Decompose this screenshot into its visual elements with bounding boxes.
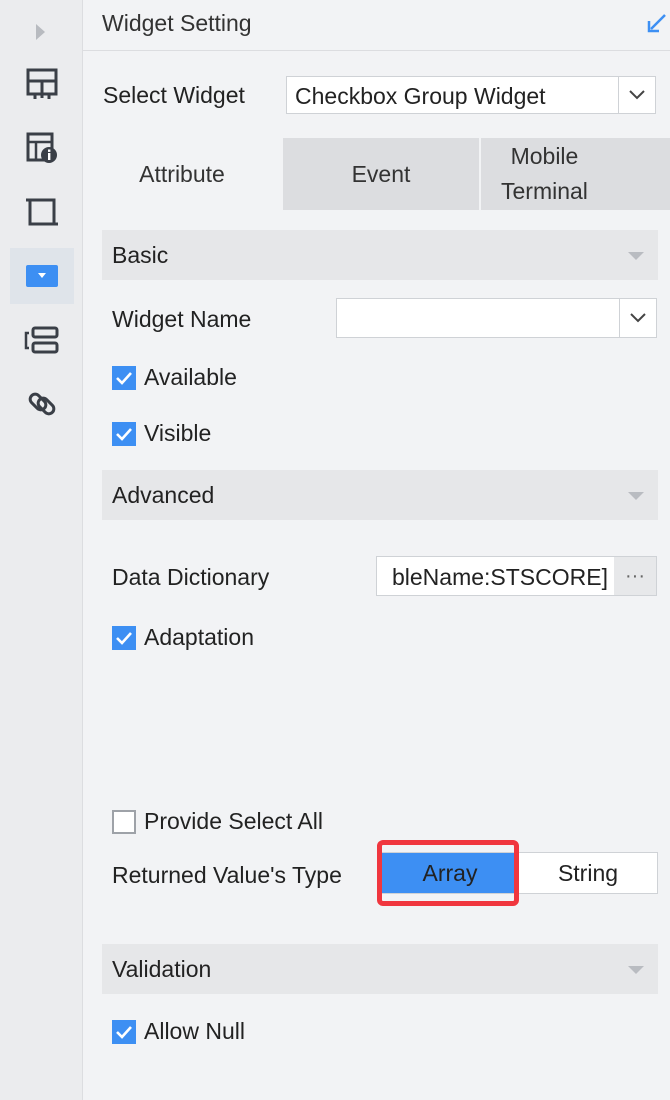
checkbox-checked-icon: [112, 421, 136, 446]
checkbox-unchecked-icon: [112, 809, 136, 834]
provide-select-all-label: Provide Select All: [144, 808, 323, 834]
provide-select-all-checkbox[interactable]: Provide Select All: [112, 808, 323, 835]
section-validation[interactable]: Validation: [102, 944, 658, 994]
pin-arrow-icon[interactable]: [646, 12, 668, 39]
allow-null-label: Allow Null: [144, 1018, 245, 1044]
collapse-caret-icon: [628, 492, 644, 500]
left-icon-rail: [0, 0, 83, 1100]
section-advanced-title: Advanced: [112, 482, 215, 508]
data-dictionary-label: Data Dictionary: [112, 564, 270, 590]
data-dictionary-input[interactable]: bleName:STSCORE] ···: [376, 556, 657, 596]
select-widget-dropdown[interactable]: Checkbox Group Widget: [286, 76, 656, 114]
returned-type-label: Returned Value's Type: [112, 862, 342, 888]
adaptation-label: Adaptation: [144, 624, 254, 650]
returned-type-string[interactable]: String: [519, 853, 657, 893]
link-icon[interactable]: [10, 376, 74, 432]
tab-attribute[interactable]: Attribute: [83, 138, 281, 210]
section-basic[interactable]: Basic: [102, 230, 658, 280]
widget-name-label: Widget Name: [112, 306, 252, 332]
layout-grid-icon[interactable]: [10, 56, 74, 112]
collapse-caret-icon: [628, 252, 644, 260]
checkbox-checked-icon: [112, 625, 136, 650]
widget-setting-panel: Widget Setting Select Widget Checkbox Gr…: [83, 0, 670, 1100]
section-advanced[interactable]: Advanced: [102, 470, 658, 520]
form-layout-icon[interactable]: [10, 312, 74, 368]
widget-name-input[interactable]: [336, 298, 657, 338]
select-widget-label: Select Widget: [103, 82, 245, 108]
visible-checkbox[interactable]: Visible: [112, 420, 211, 447]
tab-mobile-terminal-label: Mobile Terminal: [501, 139, 588, 209]
frame-icon[interactable]: [10, 184, 74, 240]
tab-event-label: Event: [351, 160, 411, 187]
checkbox-checked-icon: [112, 1019, 136, 1044]
panel-title: Widget Setting: [102, 10, 252, 36]
data-dictionary-value: bleName:STSCORE]: [391, 564, 608, 590]
available-checkbox[interactable]: Available: [112, 364, 237, 391]
tab-attribute-label: Attribute: [139, 160, 225, 187]
visible-label: Visible: [144, 420, 212, 446]
panel-header: Widget Setting: [83, 0, 670, 51]
table-info-icon[interactable]: [10, 120, 74, 176]
returned-type-array[interactable]: Array: [381, 853, 519, 893]
select-widget-row: Select Widget Checkbox Group Widget: [83, 68, 670, 124]
settings-tabs: Attribute Event Mobile Terminal: [83, 138, 670, 210]
tab-mobile-terminal[interactable]: Mobile Terminal: [481, 138, 670, 210]
checkbox-checked-icon: [112, 365, 136, 390]
collapse-caret-icon: [628, 966, 644, 974]
expand-arrow-icon[interactable]: [36, 24, 45, 40]
available-label: Available: [144, 364, 237, 390]
section-validation-title: Validation: [112, 956, 212, 982]
tab-event[interactable]: Event: [283, 138, 479, 210]
select-widget-value: Checkbox Group Widget: [295, 83, 546, 109]
dropdown-widget-icon[interactable]: [10, 248, 74, 304]
chevron-down-icon[interactable]: [619, 299, 656, 337]
adaptation-checkbox[interactable]: Adaptation: [112, 624, 254, 651]
tab-mobile-line2: Terminal: [501, 178, 588, 204]
returned-type-toggle: Array String: [380, 852, 658, 894]
chevron-down-icon[interactable]: [618, 77, 655, 113]
section-basic-title: Basic: [112, 242, 169, 268]
allow-null-checkbox[interactable]: Allow Null: [112, 1018, 245, 1045]
more-options-button[interactable]: ···: [614, 557, 656, 595]
tab-mobile-line1: Mobile: [510, 143, 579, 169]
